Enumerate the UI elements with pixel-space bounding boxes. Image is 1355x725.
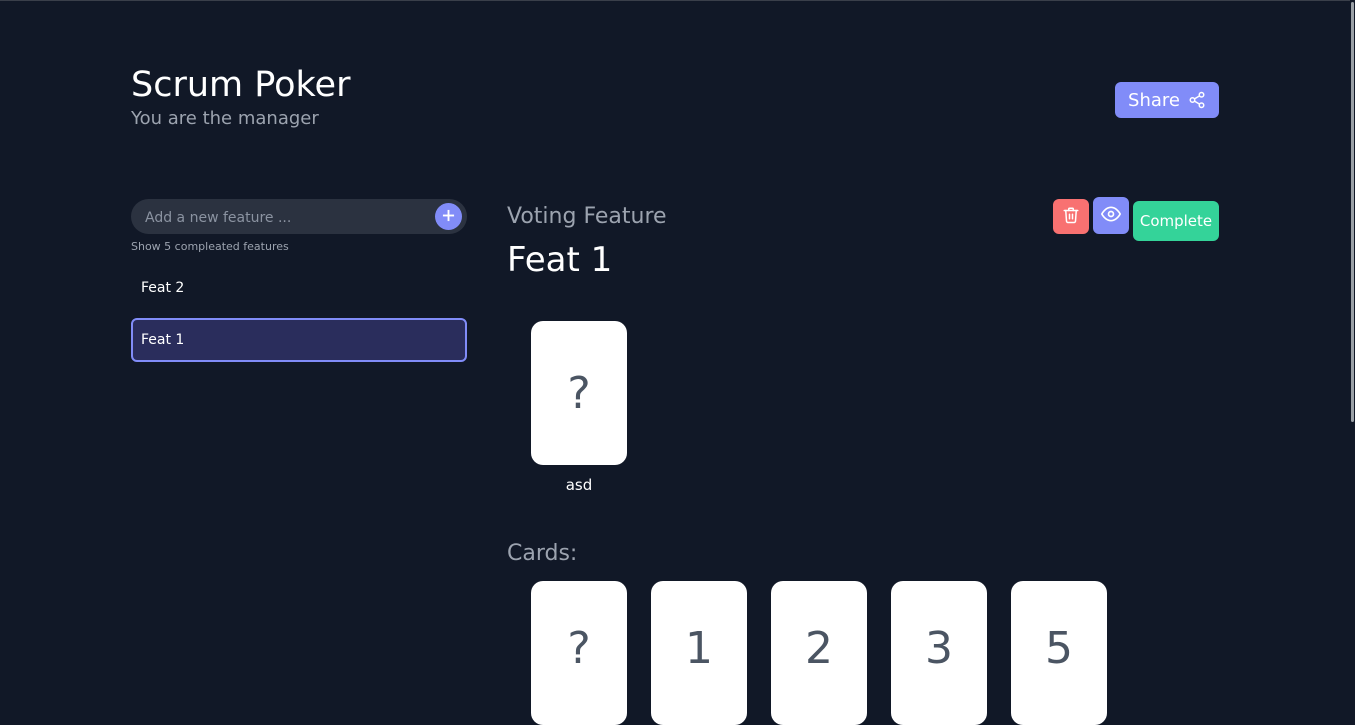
poker-card[interactable]: 5: [1011, 581, 1107, 725]
role-subtitle: You are the manager: [131, 108, 319, 129]
new-feature-input[interactable]: [143, 199, 437, 236]
new-feature-form: [131, 199, 467, 236]
plus-icon: [442, 209, 455, 225]
app-title: Scrum Poker: [131, 65, 351, 105]
scrollbar[interactable]: [1350, 0, 1355, 666]
trash-icon: [1062, 206, 1080, 227]
feature-item[interactable]: Feat 2: [131, 266, 467, 310]
vote-card: ?: [531, 321, 627, 465]
share-icon: [1188, 91, 1206, 109]
poker-card[interactable]: 1: [651, 581, 747, 725]
complete-button[interactable]: Complete: [1133, 201, 1219, 241]
feature-item-selected[interactable]: Feat 1: [131, 318, 467, 362]
share-label: Share: [1128, 89, 1180, 111]
poker-card[interactable]: ?: [531, 581, 627, 725]
current-feature-title: Feat 1: [507, 240, 613, 280]
show-completed-link[interactable]: Show 5 compleated features: [131, 240, 289, 254]
feature-item-label: Feat 2: [141, 280, 185, 296]
voter-name: asd: [565, 476, 593, 494]
add-feature-button[interactable]: [435, 203, 462, 230]
delete-feature-button[interactable]: [1053, 199, 1089, 234]
poker-card[interactable]: 2: [771, 581, 867, 725]
window-top-border: [0, 0, 1355, 1]
reveal-votes-button[interactable]: [1093, 197, 1129, 234]
eye-icon: [1100, 204, 1122, 227]
poker-card[interactable]: 3: [891, 581, 987, 725]
scrollbar-thumb[interactable]: [1351, 2, 1354, 422]
share-button[interactable]: Share: [1115, 82, 1219, 118]
feature-item-label: Feat 1: [141, 332, 185, 348]
cards-heading: Cards:: [507, 541, 578, 566]
voting-feature-label: Voting Feature: [507, 204, 667, 229]
